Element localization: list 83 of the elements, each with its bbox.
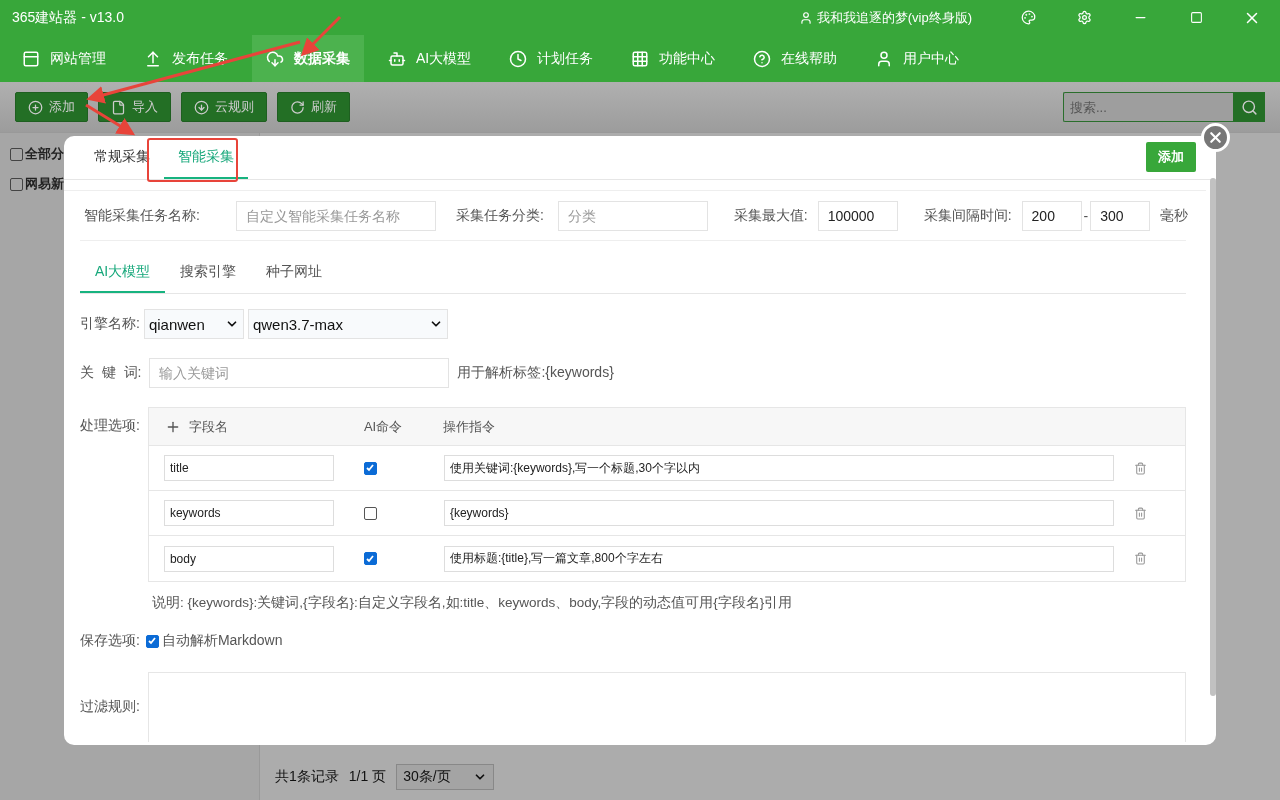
instruction-input[interactable]: 使用标题:{title},写一篇文章,800个字左右 <box>443 545 1114 572</box>
checkbox[interactable] <box>363 552 377 565</box>
window-title: 365建站器 - v13.0 <box>12 8 126 27</box>
provider-select[interactable]: qianwen <box>143 309 244 339</box>
field-label: 采集最大值: <box>733 206 808 225</box>
file-icon <box>111 99 126 115</box>
checkbox-label: 自动解析Markdown <box>161 632 283 650</box>
page-size-select[interactable]: 30条/页 <box>396 764 495 790</box>
panel-icon <box>22 49 40 68</box>
column-header: 字段名 <box>188 417 228 436</box>
category-input[interactable]: 分类 <box>557 200 708 231</box>
column-header: AI命令 <box>363 417 403 436</box>
page-indicator: 1/1 页 <box>348 768 387 786</box>
dialog-tab[interactable]: 智能采集 <box>164 136 248 179</box>
interval-max-input[interactable]: 300 <box>1090 200 1151 231</box>
checkbox[interactable] <box>145 634 159 648</box>
grid-icon <box>631 49 650 68</box>
nav-tab[interactable]: 在线帮助 <box>739 35 852 82</box>
search-icon <box>1240 98 1258 116</box>
keyword-input[interactable]: 输入关键词 <box>149 358 450 388</box>
clock-icon <box>509 49 528 68</box>
field-label: 智能采集任务名称: <box>84 206 200 225</box>
model-select[interactable]: qwen3.7-max <box>247 309 448 339</box>
user-name[interactable]: 我和我追逐的梦(vip终身版) <box>816 8 972 27</box>
unit-label: 毫秒 <box>1160 206 1189 225</box>
record-count: 共1条记录 <box>275 768 339 786</box>
upload-icon <box>144 49 162 68</box>
nav-tab[interactable]: 用户中心 <box>861 35 974 82</box>
field-name-input[interactable]: title <box>163 455 334 481</box>
delete-icon[interactable] <box>1133 552 1147 565</box>
field-label: 过滤规则: <box>80 698 140 716</box>
checkbox[interactable] <box>10 147 23 161</box>
field-label: 关 键 词: <box>80 364 142 382</box>
checkbox[interactable] <box>363 506 377 520</box>
download-icon <box>194 99 209 115</box>
nav-tab[interactable]: 网站管理 <box>8 35 120 82</box>
field-label: 采集间隔时间: <box>923 206 1012 225</box>
field-label: 引擎名称: <box>80 315 140 333</box>
cloud-download-icon <box>266 49 284 68</box>
nav-tab[interactable]: AI大模型 <box>374 35 486 82</box>
range-separator: - <box>1083 207 1089 224</box>
task-name-input[interactable]: 自定义智能采集任务名称 <box>235 200 436 231</box>
refresh-icon <box>290 99 305 115</box>
nav-tab[interactable]: 数据采集 <box>252 35 364 82</box>
checkbox[interactable] <box>10 177 23 191</box>
toolbar-button[interactable]: 导入 <box>98 92 171 122</box>
interval-min-input[interactable]: 200 <box>1021 200 1082 231</box>
maximize-icon[interactable] <box>1189 11 1203 24</box>
sub-tab[interactable]: 搜索引擎 <box>165 255 252 293</box>
field-name-input[interactable]: body <box>163 545 334 572</box>
checkbox[interactable] <box>363 461 377 475</box>
sub-tab[interactable]: 种子网址 <box>251 255 338 293</box>
max-input[interactable]: 100000 <box>817 200 898 231</box>
toolbar-button[interactable]: 添加 <box>15 92 88 122</box>
category-label: 网易新 <box>25 175 64 193</box>
delete-icon[interactable] <box>1133 506 1147 520</box>
nav-tab[interactable]: 功能中心 <box>617 35 730 82</box>
scrollbar[interactable] <box>1210 178 1216 696</box>
plus-circle-icon <box>28 99 43 115</box>
toolbar-button[interactable]: 云规则 <box>181 92 267 122</box>
user-icon <box>798 10 813 25</box>
search-field[interactable]: 搜索... <box>1063 92 1233 122</box>
help-icon <box>753 49 772 68</box>
note-text: 说明: {keywords}:关键词,{字段名}:自定义字段名,如:title、keywords、body,字段的动态值可用{字段名}引用 <box>152 594 794 612</box>
toolbar-button[interactable]: 刷新 <box>277 92 350 122</box>
instruction-input[interactable]: {keywords} <box>443 500 1114 526</box>
palette-icon[interactable] <box>1020 10 1036 25</box>
column-header: 操作指令 <box>442 417 495 436</box>
add-button[interactable]: 添加 <box>1146 142 1196 172</box>
category-label: 全部分 <box>25 145 64 163</box>
search-button[interactable] <box>1233 92 1265 122</box>
sub-tab[interactable]: AI大模型 <box>80 255 166 293</box>
field-label: 保存选项: <box>80 632 140 650</box>
instruction-input[interactable]: 使用关键词:{keywords},写一个标题,30个字以内 <box>443 455 1114 481</box>
delete-icon[interactable] <box>1133 461 1147 475</box>
field-name-input[interactable]: keywords <box>163 500 334 526</box>
nav-tab[interactable]: 计划任务 <box>495 35 608 82</box>
field-label: 处理选项: <box>80 417 140 435</box>
robot-icon <box>388 49 406 68</box>
close-icon <box>1207 129 1224 146</box>
settings-icon[interactable] <box>1076 10 1092 25</box>
hint-text: 用于解析标签:{keywords} <box>457 364 614 382</box>
field-label: 采集任务分类: <box>455 206 544 225</box>
